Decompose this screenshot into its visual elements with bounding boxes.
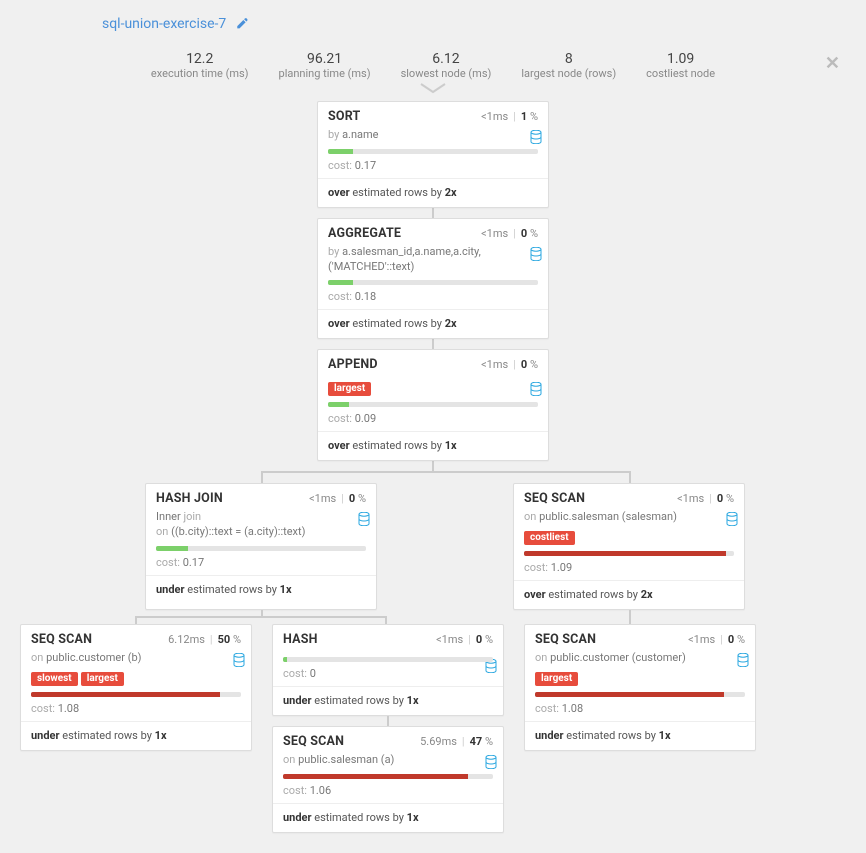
connector — [261, 471, 631, 473]
connector — [261, 471, 263, 483]
node-seqscan-customer[interactable]: SEQ SCAN <1ms|0 % on public.customer (cu… — [524, 624, 756, 751]
node-title: SORT — [328, 109, 361, 124]
connector — [432, 461, 434, 471]
database-icon[interactable] — [358, 512, 370, 529]
node-sort[interactable]: SORT <1ms|1 % by a.name cost: 0.17 over … — [317, 101, 549, 208]
connector — [629, 610, 631, 624]
database-icon[interactable] — [737, 653, 749, 670]
collapse-arrow-icon[interactable] — [0, 82, 866, 97]
node-seqscan-customer-b[interactable]: SEQ SCAN 6.12ms|50 % on public.customer … — [20, 624, 252, 751]
node-seqscan-salesman[interactable]: SEQ SCAN <1ms|0 % on public.salesman (sa… — [513, 483, 745, 610]
stat-planning-time: 96.21 planning time (ms) — [279, 51, 371, 80]
estimate-row: over estimated rows by 2x — [318, 178, 548, 207]
connector — [629, 471, 631, 483]
node-append[interactable]: APPEND <1ms|0 % largest cost: 0.09 over … — [317, 349, 549, 461]
node-hash[interactable]: HASH <1ms|0 % cost: 0 under estimated ro… — [272, 624, 504, 716]
database-icon[interactable] — [530, 382, 542, 399]
edit-icon[interactable] — [235, 17, 248, 33]
stat-slowest-node: 6.12 slowest node (ms) — [401, 51, 492, 80]
database-icon[interactable] — [530, 247, 542, 264]
badge-slowest: slowest — [31, 672, 78, 686]
node-seqscan-salesman-a[interactable]: SEQ SCAN 5.69ms|47 % on public.salesman … — [272, 726, 504, 833]
title-bar: sql-union-exercise-7 — [0, 10, 866, 43]
close-icon[interactable]: ✕ — [825, 53, 840, 74]
connector — [432, 339, 434, 349]
badge-largest: largest — [81, 672, 124, 686]
node-hash-join[interactable]: HASH JOIN <1ms|0 % Inner joinon ((b.city… — [145, 483, 377, 610]
connector — [385, 616, 387, 624]
node-metrics: <1ms|1 % — [481, 110, 538, 123]
database-icon[interactable] — [233, 653, 245, 670]
connector — [135, 616, 137, 624]
stat-costliest-node: 1.09 costliest node — [646, 51, 715, 80]
connector — [432, 208, 434, 218]
node-aggregate[interactable]: AGGREGATE <1ms|0 % by a.salesman_id,a.na… — [317, 218, 549, 340]
progress-bar — [328, 149, 538, 154]
badge-largest: largest — [328, 382, 371, 396]
database-icon[interactable] — [530, 130, 542, 147]
badge-costliest: costliest — [524, 531, 575, 545]
stats-row: 12.2 execution time (ms) 96.21 planning … — [0, 43, 866, 84]
badge-largest: largest — [535, 672, 578, 686]
stat-execution-time: 12.2 execution time (ms) — [151, 51, 249, 80]
stat-largest-node: 8 largest node (rows) — [521, 51, 616, 80]
plan-title: sql-union-exercise-7 — [102, 16, 226, 32]
connector — [135, 616, 387, 618]
database-icon[interactable] — [485, 755, 497, 772]
database-icon[interactable] — [726, 512, 738, 529]
connector — [387, 716, 389, 726]
